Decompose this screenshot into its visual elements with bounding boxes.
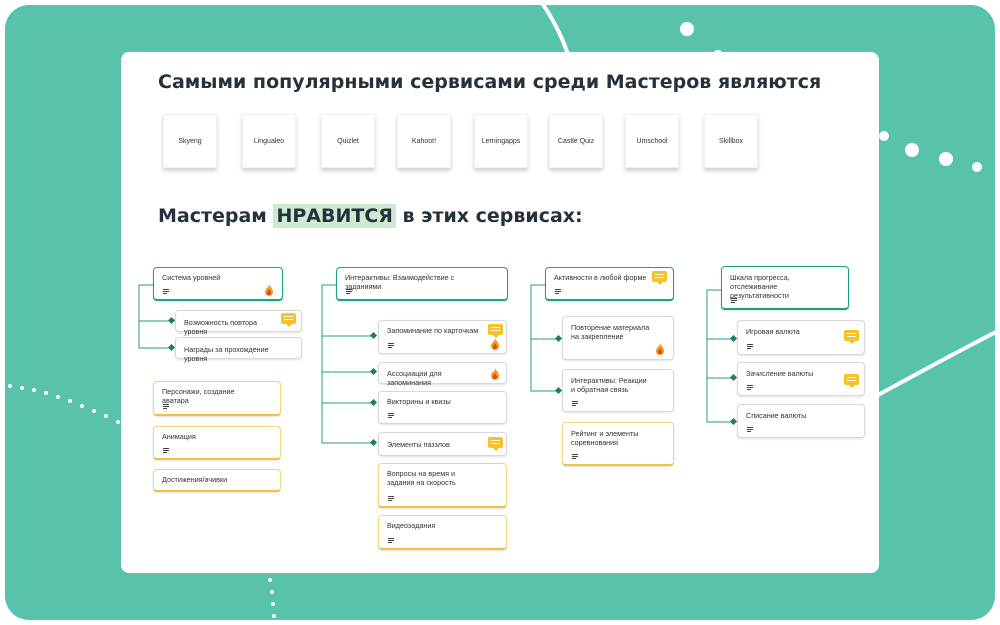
comment-icon[interactable]: [488, 437, 503, 451]
node-label: Шкала прогресса, отслеживание результати…: [730, 273, 790, 300]
mindmap-node-level-repeat[interactable]: Возможность повтора уровня: [175, 310, 302, 336]
service-sticky-8[interactable]: Skillbox: [704, 114, 758, 168]
note-icon: [571, 400, 580, 407]
service-sticky-3[interactable]: Quizlet: [321, 114, 375, 168]
mindmap-node-activities[interactable]: Активности в любой форме: [545, 267, 674, 301]
note-icon: [746, 384, 755, 391]
note-icon: [345, 288, 354, 295]
mindmap-node-currency-credit[interactable]: Зачисление валюты: [737, 362, 865, 396]
service-sticky-6[interactable]: Castle Quiz: [549, 114, 603, 168]
mindmap-node-timed-questions[interactable]: Вопросы на время и задания на скорость: [378, 463, 507, 508]
node-label: Интерактивы: Реакции и обратная связь: [571, 376, 647, 394]
note-icon: [387, 495, 396, 502]
mindmap-node-animation[interactable]: Анимация: [153, 426, 281, 460]
mindmap-node-levels[interactable]: Система уровней: [153, 267, 283, 301]
likes-heading: Мастерам НРАВИТСЯ в этих сервисах:: [158, 204, 583, 228]
mindmap-node-reactions-feedback[interactable]: Интерактивы: Реакции и обратная связь: [562, 369, 674, 412]
note-icon: [746, 426, 755, 433]
note-icon: [571, 453, 580, 460]
service-sticky-1[interactable]: Skyeng: [163, 114, 217, 168]
node-label: Анимация: [162, 432, 196, 441]
node-label: Викторины и квизы: [387, 397, 451, 406]
mindmap-node-quizzes[interactable]: Викторины и квизы: [378, 391, 507, 424]
mindmap-node-achievements[interactable]: Достижения/ачивки: [153, 469, 281, 492]
fire-icon: [491, 338, 499, 350]
node-label: Запоминание по карточкам: [387, 326, 479, 335]
node-label: Персонажи, создание аватара: [162, 387, 235, 405]
node-label: Игровая валюта: [746, 327, 800, 336]
service-sticky-5[interactable]: Lerningapps: [474, 114, 528, 168]
note-icon: [162, 288, 171, 295]
mindmap-node-avatars[interactable]: Персонажи, создание аватара: [153, 381, 281, 416]
note-icon: [387, 342, 396, 349]
node-label: Вопросы на время и задания на скорость: [387, 469, 456, 487]
note-icon: [162, 447, 171, 454]
popular-services-heading: Самыми популярными сервисами среди Масте…: [158, 71, 822, 93]
node-label: Повторение материала на закрепление: [571, 323, 650, 341]
node-label: Ассоциации для запоминания: [387, 369, 442, 387]
mindmap-node-currency-debit[interactable]: Списание валюты: [737, 404, 865, 438]
note-icon: [554, 288, 563, 295]
note-icon: [387, 412, 396, 419]
mindmap-node-puzzles[interactable]: Элементы паззлов: [378, 432, 507, 456]
service-sticky-7[interactable]: Umschool: [625, 114, 679, 168]
mindmap-node-rating-competition[interactable]: Рейтинг и элементы соревнования: [562, 422, 674, 466]
note-icon: [387, 537, 396, 544]
mindmap-node-level-rewards[interactable]: Награды за прохождение уровня: [175, 337, 302, 363]
mindmap-node-review-material[interactable]: Повторение материала на закрепление: [562, 316, 674, 360]
node-label: Возможность повтора уровня: [184, 318, 258, 336]
fire-icon: [656, 343, 664, 355]
mindmap-node-progress-scale[interactable]: Шкала прогресса, отслеживание результати…: [721, 266, 849, 310]
likes-heading-highlight: НРАВИТСЯ: [273, 204, 396, 228]
service-sticky-2[interactable]: Lingualeo: [242, 114, 296, 168]
mindmap-node-game-currency[interactable]: Игровая валюта: [737, 320, 865, 355]
likes-heading-start: Мастерам: [158, 205, 274, 227]
node-label: Элементы паззлов: [387, 440, 450, 449]
comment-icon[interactable]: [281, 313, 296, 327]
likes-heading-end: в этих сервисах:: [395, 205, 583, 227]
mindmap-node-flashcards[interactable]: Запоминание по карточкам: [378, 320, 507, 354]
note-icon: [730, 297, 739, 304]
mindmap-node-video-tasks[interactable]: Видеозадания: [378, 515, 507, 550]
node-label: Достижения/ачивки: [162, 475, 228, 484]
comment-icon[interactable]: [488, 324, 503, 338]
node-label: Награды за прохождение уровня: [184, 345, 269, 363]
comment-icon[interactable]: [652, 271, 667, 285]
mindmap-node-interactives[interactable]: Интерактивы: Взаимодействие с заданиями: [336, 267, 508, 301]
note-icon: [162, 403, 171, 410]
node-label: Интерактивы: Взаимодействие с заданиями: [345, 273, 455, 291]
comment-icon[interactable]: [844, 374, 859, 388]
comment-icon[interactable]: [844, 330, 859, 344]
node-label: Система уровней: [162, 273, 221, 282]
node-label: Списание валюты: [746, 411, 807, 420]
fire-icon: [491, 368, 499, 380]
node-label: Активности в любой форме: [554, 273, 647, 282]
service-sticky-4[interactable]: Kahoot!: [397, 114, 451, 168]
node-label: Рейтинг и элементы соревнования: [571, 429, 639, 447]
mindmap-node-associations[interactable]: Ассоциации для запоминания: [378, 362, 507, 387]
node-label: Видеозадания: [387, 521, 436, 530]
note-icon: [746, 343, 755, 350]
node-label: Зачисление валюты: [746, 369, 814, 378]
fire-icon: [265, 284, 273, 296]
